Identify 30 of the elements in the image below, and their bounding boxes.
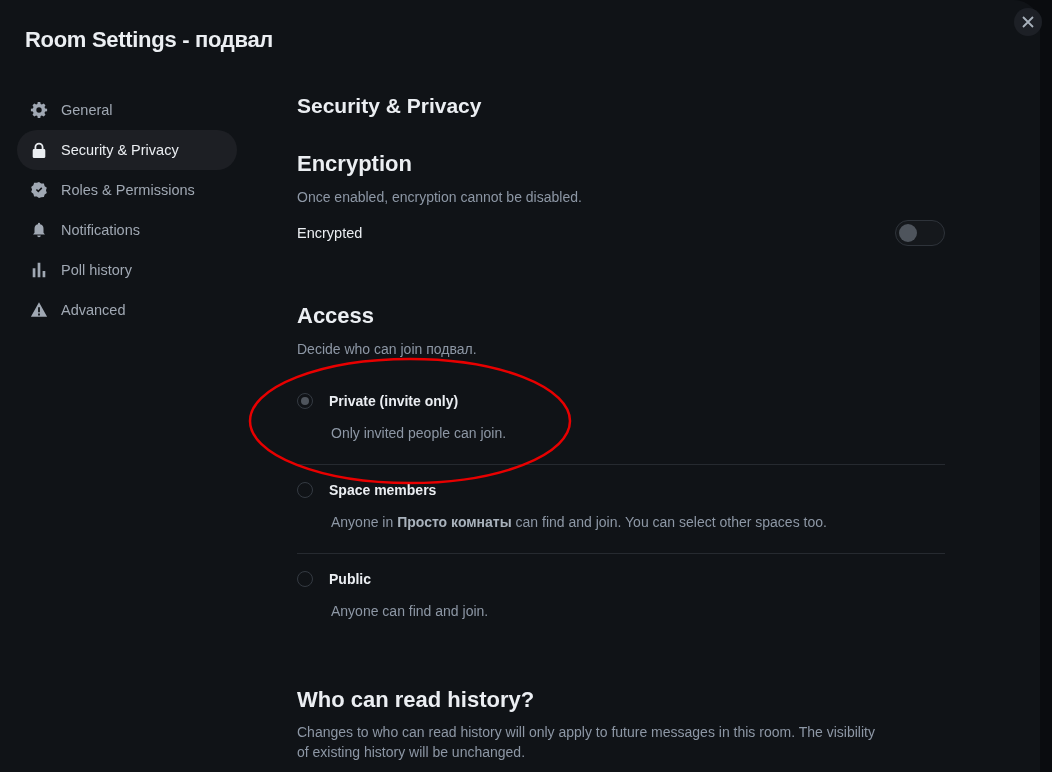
bell-icon <box>30 221 48 239</box>
close-button[interactable] <box>1014 8 1042 36</box>
bar-chart-icon <box>30 261 48 279</box>
toggle-label: Encrypted <box>297 225 363 241</box>
section-description: Once enabled, encryption cannot be disabled. <box>297 188 583 207</box>
close-icon <box>1022 16 1034 28</box>
option-description: Anyone can find and join. <box>331 602 490 621</box>
lock-icon <box>30 141 48 159</box>
sidebar-item[interactable]: Notifications <box>17 210 237 250</box>
section-heading: Encryption <box>297 150 413 178</box>
section-heading: Access <box>297 302 376 330</box>
option-label: Public <box>329 570 372 589</box>
sidebar-item[interactable]: Poll history <box>17 250 237 290</box>
section-description: Decide who can join подвал. <box>297 340 478 359</box>
gear-icon <box>30 101 48 119</box>
sidebar-item[interactable]: Roles & Permissions <box>17 170 237 210</box>
option-description: Only invited people can join. <box>331 424 508 443</box>
window-title: Room Settings - подвал <box>25 26 275 54</box>
sidebar-item[interactable]: General <box>17 90 237 130</box>
option-label: Space members <box>329 481 438 500</box>
option-label: Private (invite only) <box>329 392 460 411</box>
check-badge-icon <box>30 181 48 199</box>
page-title: Security & Privacy <box>297 93 483 119</box>
sidebar-item[interactable]: Advanced <box>17 290 237 330</box>
section-heading: Who can read history? <box>297 686 536 714</box>
option-description: Anyone in Просто комнаты can find and join. You can select other spaces too. <box>331 513 828 532</box>
sidebar-item[interactable]: Security & Privacy <box>17 130 237 170</box>
section-description: Changes to who can read history will only apply to future messages in this room. The visibility of existing history will be unchanged. <box>297 723 876 762</box>
warning-icon <box>30 301 48 319</box>
encryption-toggle[interactable] <box>895 220 945 246</box>
